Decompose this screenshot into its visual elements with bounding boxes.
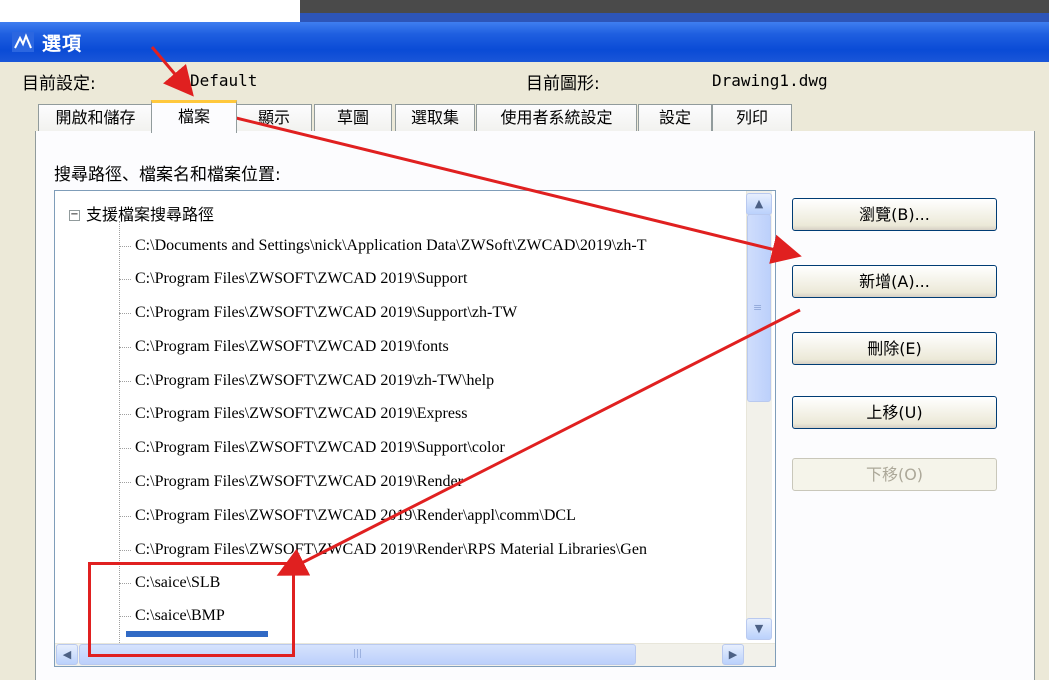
arrow-to-new-paths [276, 308, 801, 576]
tab-files[interactable]: 檔案 [151, 100, 237, 133]
arrow-to-files-tab [150, 46, 194, 97]
arrow-to-add-button [231, 115, 802, 264]
